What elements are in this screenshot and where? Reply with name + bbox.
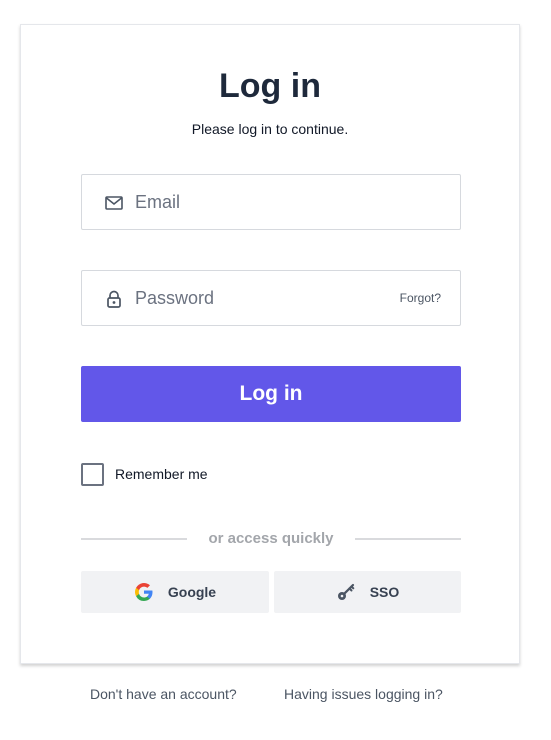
password-input[interactable] xyxy=(135,271,395,325)
page-title: Log in xyxy=(219,67,321,105)
email-input[interactable] xyxy=(135,175,395,229)
password-field[interactable]: Forgot? xyxy=(81,270,461,326)
remember-me-checkbox[interactable]: Remember me xyxy=(81,462,208,486)
divider-line-right xyxy=(355,538,461,540)
divider-text: or access quickly xyxy=(208,530,334,547)
email-field[interactable] xyxy=(81,174,461,230)
key-icon xyxy=(336,582,356,602)
google-icon xyxy=(134,582,154,602)
lock-icon xyxy=(104,289,124,309)
mail-icon xyxy=(104,193,124,213)
divider-line-left xyxy=(81,538,187,540)
login-button[interactable]: Log in xyxy=(81,366,461,422)
sso-login-button[interactable]: SSO xyxy=(274,571,461,613)
remember-me-label: Remember me xyxy=(115,466,208,482)
login-help-link[interactable]: Having issues logging in? xyxy=(284,686,443,702)
forgot-password-link[interactable]: Forgot? xyxy=(400,291,441,305)
login-card: Log in Please log in to continue. Forgot… xyxy=(20,24,520,664)
google-login-button[interactable]: Google xyxy=(81,571,269,613)
page-subtitle: Please log in to continue. xyxy=(191,121,349,137)
checkbox-box[interactable] xyxy=(81,462,104,486)
signup-link[interactable]: Don't have an account? xyxy=(90,686,237,702)
google-label: Google xyxy=(167,584,217,600)
sso-label: SSO xyxy=(369,584,400,600)
